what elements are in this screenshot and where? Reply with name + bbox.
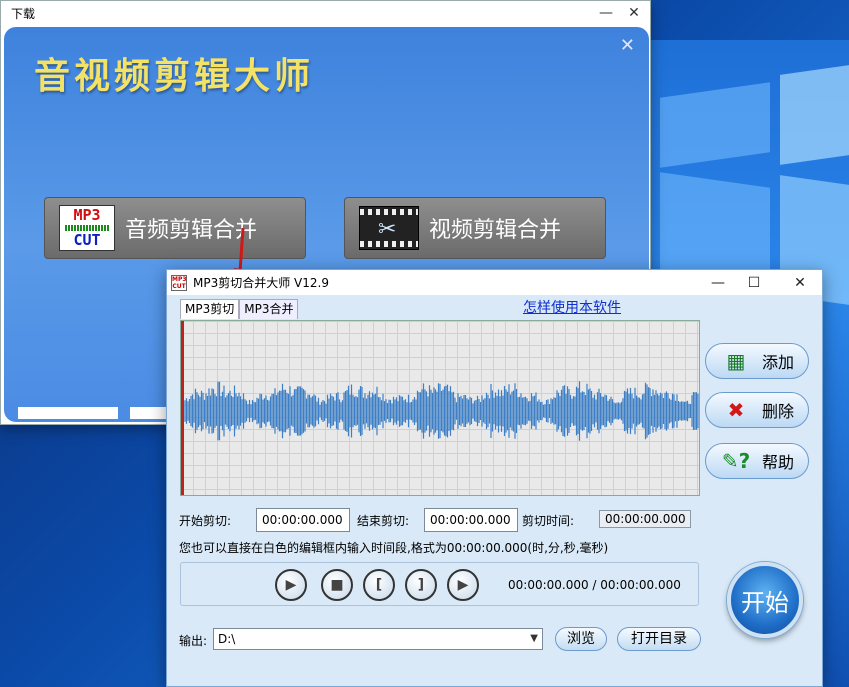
duration-display: 00:00:00.000 xyxy=(599,510,691,528)
waveform xyxy=(184,381,699,441)
stop-icon[interactable]: ■ xyxy=(321,569,353,601)
tab-mp3-merge[interactable]: MP3合并 xyxy=(239,299,299,319)
add-button[interactable]: ▦ 添加 xyxy=(705,343,809,379)
end-time-input[interactable]: 00:00:00.000 xyxy=(424,508,518,532)
tab-bar: MP3剪切 MP3合并 xyxy=(180,299,299,319)
launcher-window-title: 下载 xyxy=(11,6,36,21)
waveform-path xyxy=(184,381,699,441)
help-button[interactable]: ✎? 帮助 xyxy=(705,443,809,479)
mark-end-icon[interactable]: ] xyxy=(405,569,437,601)
format-hint: 您也可以直接在白色的编辑框内输入时间段,格式为00:00:00.000(时,分,… xyxy=(179,541,609,555)
film-add-icon: ▦ xyxy=(726,349,746,373)
browse-button[interactable]: 浏览 xyxy=(555,627,607,651)
mp3-icon-text: MP3 xyxy=(73,206,101,224)
playhead-marker[interactable] xyxy=(181,321,184,495)
app-icon: MP3 CUT xyxy=(171,274,187,291)
player-bar: ▶ ■ [ ] ▶ 00:00:00.000 / 00:00:00.000 xyxy=(180,562,699,606)
launcher-titlebar: 下载 xyxy=(1,1,650,25)
output-path-select[interactable]: D:\ ▼ xyxy=(213,628,543,650)
play-selection-icon[interactable]: ▶ xyxy=(447,569,479,601)
close-button[interactable]: ✕ xyxy=(783,273,817,293)
mp3-cut-icon: MP3 CUT xyxy=(59,205,115,251)
output-path-value: D:\ xyxy=(218,632,236,646)
video-edit-button[interactable]: ✂ 视频剪辑合并 xyxy=(344,197,606,259)
duration-label: 剪切时间: xyxy=(522,514,575,528)
film-scissors-icon: ✂ xyxy=(359,206,419,250)
close-button[interactable]: ✕ xyxy=(619,4,649,22)
delete-label: 删除 xyxy=(762,402,795,421)
play-icon[interactable]: ▶ xyxy=(275,569,307,601)
start-button[interactable]: 开始 xyxy=(727,562,803,638)
mark-start-icon[interactable]: [ xyxy=(363,569,395,601)
cut-icon-text: CUT xyxy=(73,231,101,249)
launcher-app-title: 音视频剪辑大师 xyxy=(34,55,315,97)
help-link[interactable]: 怎样使用本软件 xyxy=(523,297,621,317)
start-label: 开始 xyxy=(741,588,789,617)
waveform-display[interactable] xyxy=(180,320,700,496)
add-label: 添加 xyxy=(762,353,795,372)
start-time-input[interactable]: 00:00:00.000 xyxy=(256,508,350,532)
maximize-button[interactable]: ☐ xyxy=(737,273,771,293)
playback-time: 00:00:00.000 / 00:00:00.000 xyxy=(508,578,681,592)
close-icon[interactable]: ✕ xyxy=(620,35,635,56)
end-cut-label: 结束剪切: xyxy=(357,514,410,528)
tab-mp3-cut[interactable]: MP3剪切 xyxy=(180,299,240,319)
minimize-button[interactable]: — xyxy=(591,4,621,22)
output-label: 输出: xyxy=(179,634,208,648)
delete-x-icon: ✖ xyxy=(727,398,745,422)
launcher-footer-tab xyxy=(18,407,118,419)
open-folder-button[interactable]: 打开目录 xyxy=(617,627,701,651)
video-edit-label: 视频剪辑合并 xyxy=(429,218,562,243)
windows-logo-pane xyxy=(780,65,849,165)
chevron-down-icon[interactable]: ▼ xyxy=(530,629,538,649)
audio-edit-button[interactable]: MP3 CUT 音频剪辑合并 xyxy=(44,197,306,259)
main-window-title: MP3剪切合并大师 V12.9 xyxy=(193,276,329,290)
help-label: 帮助 xyxy=(762,453,795,472)
delete-button[interactable]: ✖ 删除 xyxy=(705,392,809,428)
minimize-button[interactable]: — xyxy=(701,273,735,293)
start-cut-label: 开始剪切: xyxy=(179,514,232,528)
mp3-cutter-window: MP3 CUT MP3剪切合并大师 V12.9 — ☐ ✕ MP3剪切 MP3合并… xyxy=(166,269,823,687)
help-question-icon: ✎? xyxy=(721,449,751,473)
